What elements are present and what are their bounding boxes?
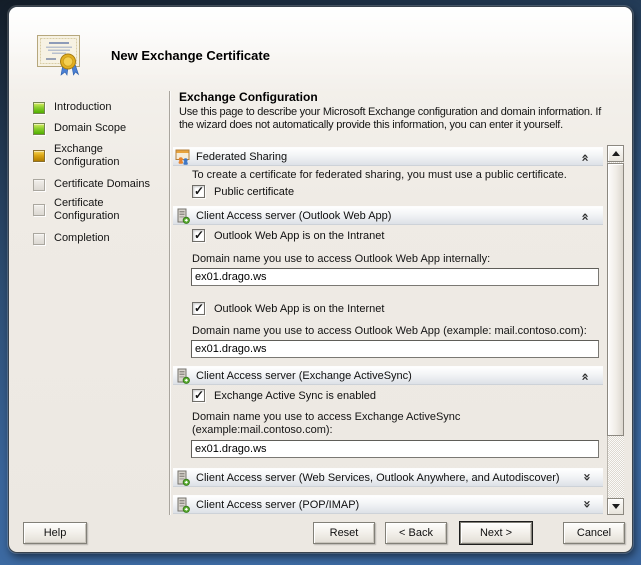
server-icon — [175, 368, 191, 384]
back-button[interactable]: < Back — [385, 522, 447, 544]
activesync-domain-label-line1: Domain name you use to access Exchange A… — [192, 411, 461, 423]
checkbox-row-owa-intranet: Outlook Web App is on the Intranet — [192, 228, 384, 242]
activesync-domain-input[interactable] — [191, 440, 599, 458]
step-label: Domain Scope — [54, 122, 127, 134]
section-title: Client Access server (POP/IMAP) — [196, 498, 360, 511]
scrollbar-thumb[interactable] — [607, 163, 624, 436]
owa-intranet-checkbox[interactable] — [192, 228, 205, 242]
down-arrow-icon — [611, 504, 620, 509]
reset-button[interactable]: Reset — [313, 522, 375, 544]
sidebar-step-domain-scope: Domain Scope — [33, 122, 173, 135]
section-header-pop-imap[interactable]: Client Access server (POP/IMAP) — [173, 495, 603, 514]
page-title: New Exchange Certificate — [111, 48, 270, 63]
step-status-icon — [33, 150, 45, 162]
checkbox-label[interactable]: Outlook Web App is on the Internet — [214, 303, 384, 315]
section-title: Federated Sharing — [196, 150, 288, 163]
server-icon — [175, 208, 191, 224]
next-button[interactable]: Next > — [460, 522, 532, 544]
certificate-icon — [35, 31, 83, 77]
server-icon — [175, 470, 191, 486]
checkbox-label[interactable]: Public certificate — [214, 186, 294, 198]
expand-chevron-icon[interactable] — [579, 471, 593, 485]
scroll-down-button[interactable] — [607, 498, 624, 515]
owa-internal-domain-label: Domain name you use to access Outlook We… — [192, 253, 491, 265]
section-header-web-services[interactable]: Client Access server (Web Services, Outl… — [173, 468, 603, 487]
step-label: Exchange Configuration — [54, 143, 120, 168]
section-header-owa[interactable]: Client Access server (Outlook Web App) — [173, 206, 603, 225]
owa-internal-domain-input[interactable] — [191, 268, 599, 286]
step-label: Certificate Domains — [54, 178, 150, 190]
sidebar-step-certificate-domains: Certificate Domains — [33, 178, 173, 191]
server-icon — [175, 497, 191, 513]
scroll-up-button[interactable] — [607, 145, 624, 162]
section-header-activesync[interactable]: Client Access server (Exchange ActiveSyn… — [173, 366, 603, 385]
public-certificate-checkbox[interactable] — [192, 184, 205, 198]
step-status-icon — [33, 178, 45, 191]
owa-external-domain-label: Domain name you use to access Outlook We… — [192, 325, 587, 337]
help-button[interactable]: Help — [23, 522, 87, 544]
owa-external-domain-input[interactable] — [191, 340, 599, 358]
sidebar-divider — [169, 91, 170, 515]
expand-chevron-icon[interactable] — [579, 498, 593, 512]
activesync-domain-label-line2: (example:mail.contoso.com): — [192, 424, 333, 436]
collapse-chevron-icon[interactable] — [579, 369, 593, 383]
sidebar-step-exchange-configuration: Exchange Configuration — [33, 143, 173, 169]
sidebar-step-introduction: Introduction — [33, 101, 173, 114]
up-arrow-icon — [611, 151, 620, 156]
checkbox-label[interactable]: Outlook Web App is on the Intranet — [214, 230, 384, 242]
step-status-icon — [33, 204, 45, 216]
sidebar-step-completion: Completion — [33, 232, 173, 245]
checkbox-row-public-certificate: Public certificate — [192, 184, 294, 198]
vertical-scrollbar[interactable] — [607, 145, 624, 515]
step-status-icon — [33, 101, 45, 114]
step-label: Completion — [54, 232, 110, 244]
activesync-domain-label: Domain name you use to access Exchange A… — [192, 411, 460, 437]
content-heading: Exchange Configuration — [179, 90, 318, 104]
content-description: Use this page to describe your Microsoft… — [179, 106, 602, 131]
step-label: Certificate Configuration — [54, 197, 120, 222]
section-title: Client Access server (Web Services, Outl… — [196, 471, 560, 484]
section-title: Client Access server (Exchange ActiveSyn… — [196, 369, 412, 382]
step-status-icon — [33, 122, 45, 135]
activesync-enabled-checkbox[interactable] — [192, 388, 205, 402]
checkbox-row-owa-internet: Outlook Web App is on the Internet — [192, 301, 384, 315]
cancel-button[interactable]: Cancel — [563, 522, 625, 544]
federated-sharing-icon — [175, 149, 191, 165]
new-exchange-certificate-dialog: New Exchange Certificate Introduction Do… — [8, 6, 633, 553]
step-label: Introduction — [54, 101, 112, 113]
owa-internet-checkbox[interactable] — [192, 301, 205, 315]
sidebar-step-certificate-configuration: Certificate Configuration — [33, 197, 173, 223]
federated-sharing-note: To create a certificate for federated sh… — [192, 169, 567, 181]
checkbox-label[interactable]: Exchange Active Sync is enabled — [214, 390, 376, 402]
collapse-chevron-icon[interactable] — [579, 209, 593, 223]
checkbox-row-activesync-enabled: Exchange Active Sync is enabled — [192, 388, 376, 402]
section-title: Client Access server (Outlook Web App) — [196, 209, 392, 222]
step-status-icon — [33, 232, 45, 245]
section-header-federated-sharing[interactable]: Federated Sharing — [173, 147, 603, 166]
collapse-chevron-icon[interactable] — [579, 150, 593, 164]
